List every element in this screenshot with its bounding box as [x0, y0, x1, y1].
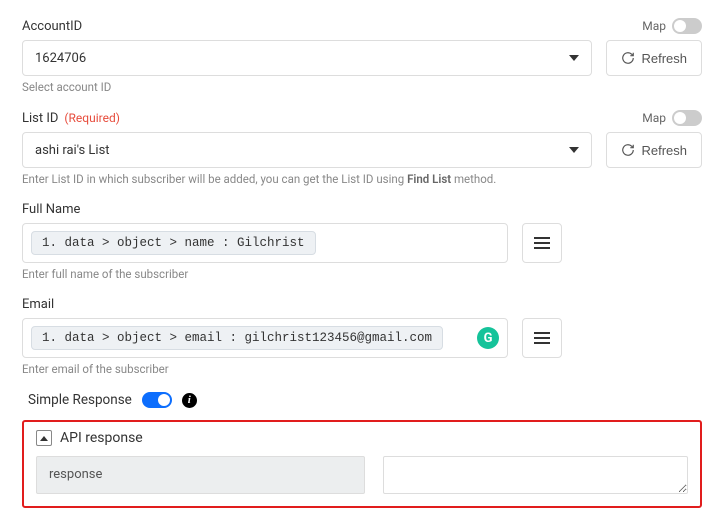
account-id-helper: Select account ID	[22, 80, 702, 94]
list-id-required: (Required)	[64, 111, 119, 125]
full-name-input[interactable]: 1. data > object > name : Gilchrist	[22, 223, 508, 263]
simple-response-toggle[interactable]	[142, 392, 172, 408]
email-helper: Enter email of the subscriber	[22, 362, 702, 376]
list-id-label: List ID	[22, 111, 58, 126]
email-menu-button[interactable]	[522, 318, 562, 358]
account-id-refresh-button[interactable]: Refresh	[606, 40, 702, 76]
full-name-helper: Enter full name of the subscriber	[22, 267, 702, 281]
full-name-label: Full Name	[22, 202, 80, 217]
refresh-icon	[621, 143, 635, 157]
list-id-refresh-button[interactable]: Refresh	[606, 132, 702, 168]
refresh-icon	[621, 51, 635, 65]
refresh-label: Refresh	[641, 51, 687, 66]
grammarly-icon: G	[477, 327, 499, 349]
full-name-pill[interactable]: 1. data > object > name : Gilchrist	[31, 231, 316, 255]
api-response-value-input[interactable]	[383, 456, 688, 494]
account-id-select[interactable]: 1624706	[22, 40, 592, 76]
list-id-helper: Enter List ID in which subscriber will b…	[22, 172, 702, 186]
api-response-key-input[interactable]: response	[36, 456, 365, 494]
account-id-value: 1624706	[35, 51, 86, 66]
menu-icon	[534, 237, 550, 249]
account-id-label: AccountID	[22, 19, 82, 34]
chevron-up-icon	[40, 436, 48, 441]
email-input[interactable]: 1. data > object > email : gilchrist1234…	[22, 318, 508, 358]
info-icon[interactable]: i	[182, 393, 197, 408]
list-id-map-toggle[interactable]	[672, 110, 702, 126]
api-response-panel: API response response	[22, 420, 702, 508]
chevron-down-icon	[569, 147, 579, 153]
email-label: Email	[22, 297, 54, 312]
refresh-label: Refresh	[641, 143, 687, 158]
menu-icon	[534, 332, 550, 344]
list-id-select[interactable]: ashi rai's List	[22, 132, 592, 168]
simple-response-label: Simple Response	[28, 392, 132, 408]
api-response-collapse-button[interactable]	[36, 430, 52, 446]
list-id-value: ashi rai's List	[35, 143, 110, 158]
api-response-title: API response	[60, 430, 143, 446]
email-pill[interactable]: 1. data > object > email : gilchrist1234…	[31, 326, 443, 350]
account-id-map-label: Map	[642, 19, 666, 33]
list-id-map-label: Map	[642, 111, 666, 125]
full-name-menu-button[interactable]	[522, 223, 562, 263]
account-id-map-toggle[interactable]	[672, 18, 702, 34]
chevron-down-icon	[569, 55, 579, 61]
